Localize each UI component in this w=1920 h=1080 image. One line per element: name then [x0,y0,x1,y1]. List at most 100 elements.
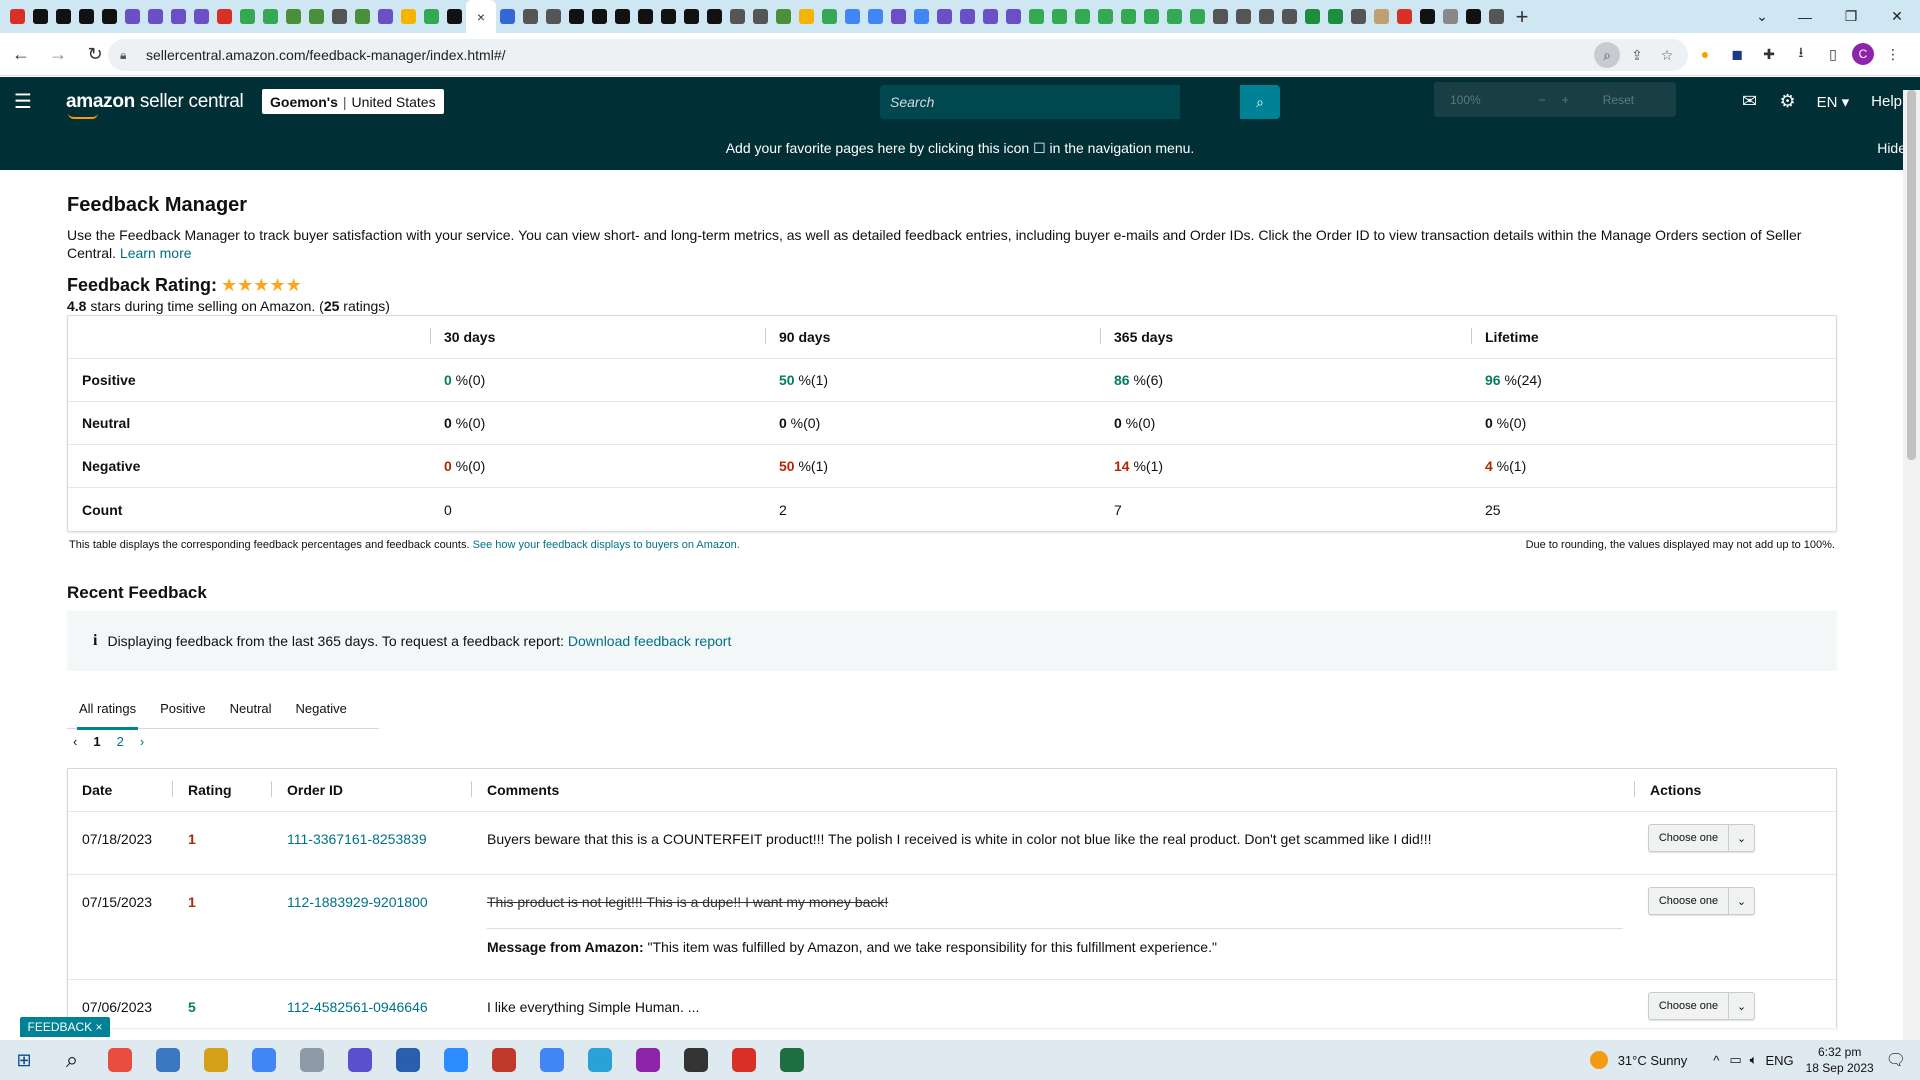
taskbar-app[interactable] [336,1040,384,1080]
sidepanel-icon[interactable]: ▯ [1820,41,1846,67]
extension-icon[interactable]: ● [1692,41,1718,67]
action-dropdown[interactable]: Choose one ⌄ [1648,824,1755,852]
forward-button[interactable]: → [42,38,74,70]
browser-tab[interactable] [1324,0,1347,33]
new-tab-button[interactable]: + [1508,0,1536,33]
zoom-icon[interactable]: ⌕ [1594,42,1620,68]
share-icon[interactable]: ⇪ [1624,42,1650,68]
page-scrollbar[interactable] [1903,90,1920,1040]
browser-tab[interactable] [98,0,121,33]
network-icon[interactable]: ▭ [1729,1052,1741,1068]
volume-icon[interactable]: 🔈︎ [1750,1052,1758,1068]
taskbar-app[interactable] [528,1040,576,1080]
display-to-buyers-link[interactable]: See how your feedback displays to buyers… [473,539,740,551]
browser-tab[interactable] [1232,0,1255,33]
browser-tab[interactable] [749,0,772,33]
browser-tab[interactable] [841,0,864,33]
browser-tab[interactable] [496,0,519,33]
lock-icon[interactable]: 🔒︎ [120,48,140,63]
taskbar-app[interactable] [576,1040,624,1080]
browser-tab[interactable] [1416,0,1439,33]
page-1-button[interactable]: 1 [93,734,100,749]
seller-central-logo[interactable]: amazon seller central [66,91,244,119]
close-tab-icon[interactable]: × [477,9,485,25]
browser-tab[interactable] [328,0,351,33]
browser-tab[interactable] [1025,0,1048,33]
taskbar-app[interactable] [144,1040,192,1080]
minimize-button[interactable]: — [1782,0,1828,33]
back-button[interactable]: ← [5,38,37,70]
browser-tab[interactable] [772,0,795,33]
browser-tab[interactable] [420,0,443,33]
action-dropdown[interactable]: Choose one ⌄ [1648,992,1755,1020]
feedback-widget-tab[interactable]: FEEDBACK × [20,1017,110,1037]
browser-tab[interactable] [795,0,818,33]
input-language[interactable]: ENG [1765,1053,1793,1068]
taskbar-app[interactable] [192,1040,240,1080]
order-id-link[interactable]: 111-3367161-8253839 [287,831,427,847]
active-tab[interactable]: × [466,0,496,33]
browser-tab[interactable] [1347,0,1370,33]
browser-tab[interactable] [680,0,703,33]
browser-tab[interactable] [305,0,328,33]
gear-icon[interactable]: ⚙ [1769,77,1807,126]
taskbar-app[interactable] [384,1040,432,1080]
learn-more-link[interactable]: Learn more [120,245,192,261]
browser-tab[interactable] [1117,0,1140,33]
tab-negative[interactable]: Negative [284,689,359,729]
search-icon[interactable]: ⌕ [48,1040,96,1080]
maximize-button[interactable]: ❐ [1828,0,1874,33]
browser-tab[interactable] [1370,0,1393,33]
browser-tab[interactable] [259,0,282,33]
browser-tab[interactable] [236,0,259,33]
browser-tab[interactable] [887,0,910,33]
notification-icon[interactable]: 🗨︎ [1886,1050,1906,1070]
mail-icon[interactable]: ✉ [1731,77,1769,126]
puzzle-icon[interactable]: ✚ [1756,41,1782,67]
reload-button[interactable]: ↻ [79,38,111,70]
zoom-reset-button[interactable]: Reset [1603,93,1634,107]
browser-tab[interactable] [634,0,657,33]
browser-tab[interactable] [1462,0,1485,33]
hide-banner-button[interactable]: Hide [1877,140,1906,156]
language-selector[interactable]: EN ▾ [1807,93,1860,111]
browser-tab[interactable] [542,0,565,33]
chevron-down-icon[interactable]: ⌄ [1728,825,1754,851]
browser-tab[interactable] [910,0,933,33]
browser-tab[interactable] [1255,0,1278,33]
taskbar-app[interactable] [96,1040,144,1080]
browser-tab[interactable] [519,0,542,33]
taskbar-app[interactable] [672,1040,720,1080]
browser-tab[interactable] [1301,0,1324,33]
browser-tab[interactable] [121,0,144,33]
browser-tab[interactable] [190,0,213,33]
browser-tab[interactable] [1094,0,1117,33]
browser-tab[interactable] [1186,0,1209,33]
browser-tab[interactable] [1393,0,1416,33]
browser-tab[interactable] [1485,0,1508,33]
zoom-out-button[interactable]: − [1539,93,1546,107]
chevron-down-icon[interactable]: ⌄ [1728,993,1754,1019]
address-bar[interactable]: 🔒︎ sellercentral.amazon.com/feedback-man… [108,39,1688,71]
taskbar-app[interactable] [480,1040,528,1080]
page-2-button[interactable]: 2 [117,734,124,749]
tab-neutral[interactable]: Neutral [218,689,284,729]
browser-tab[interactable] [979,0,1002,33]
order-id-link[interactable]: 112-4582561-0946646 [287,999,428,1015]
tray-expand-icon[interactable]: ^ [1713,1053,1719,1068]
taskbar-app[interactable] [768,1040,816,1080]
tab-positive[interactable]: Positive [148,689,218,729]
browser-tab[interactable] [726,0,749,33]
clock[interactable]: 6:32 pm 18 Sep 2023 [1806,1044,1874,1076]
profile-avatar[interactable]: C [1852,43,1874,65]
chevron-down-icon[interactable]: ⌄ [1728,888,1754,914]
windows-start-icon[interactable]: ⊞ [0,1040,48,1080]
browser-tab[interactable] [818,0,841,33]
browser-tab[interactable] [443,0,466,33]
browser-tab[interactable] [588,0,611,33]
zoom-in-button[interactable]: + [1562,93,1569,107]
browser-tab[interactable] [167,0,190,33]
browser-tab[interactable] [565,0,588,33]
browser-tab[interactable] [282,0,305,33]
browser-tab[interactable] [6,0,29,33]
